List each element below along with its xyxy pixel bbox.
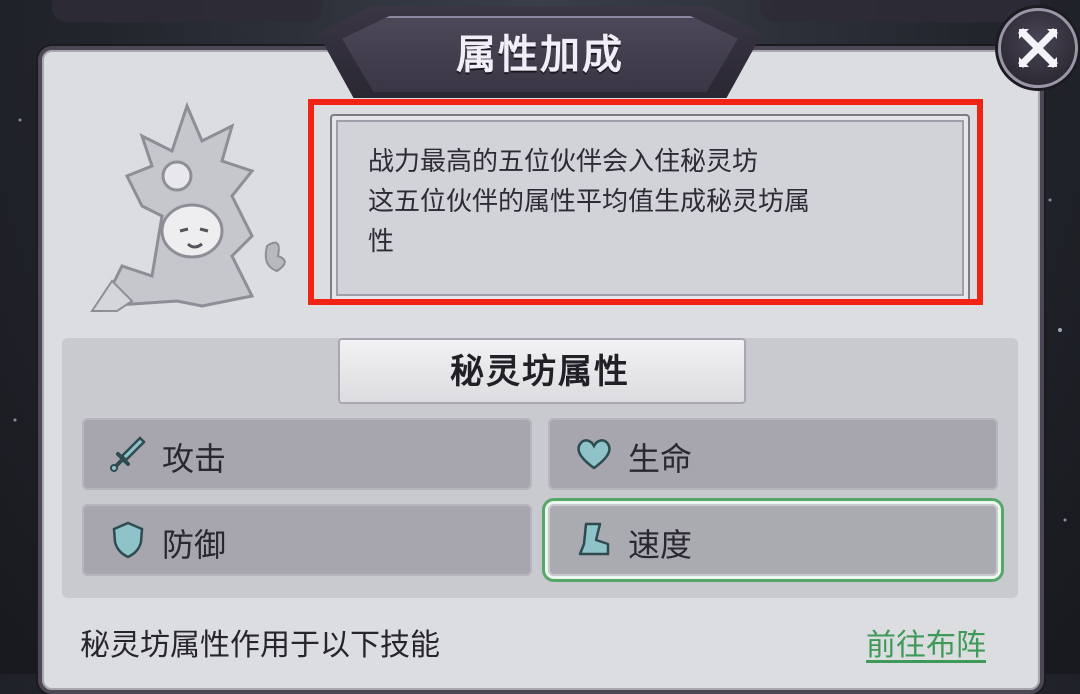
sword-icon	[110, 436, 146, 472]
stat-attack-button[interactable]: 攻击	[82, 418, 532, 490]
dialog-title: 属性加成	[456, 32, 624, 78]
close-icon	[1018, 28, 1058, 68]
stat-speed-button[interactable]: 速度	[548, 504, 998, 576]
top-frame-right	[760, 0, 1040, 22]
stat-label: 速度	[628, 526, 693, 564]
highlight-frame	[308, 99, 983, 305]
stat-defense-button[interactable]: 防御	[82, 504, 532, 576]
skills-label: 秘灵坊属性作用于以下技能	[80, 628, 440, 663]
go-to-lineup-link[interactable]: 前往布阵	[866, 620, 986, 664]
close-button[interactable]	[998, 8, 1078, 88]
stat-label: 攻击	[162, 440, 227, 478]
shield-icon	[112, 521, 144, 559]
stat-label: 防御	[162, 526, 227, 564]
heart-icon	[577, 439, 611, 470]
top-frame-left	[52, 0, 322, 22]
stat-label: 生命	[628, 440, 693, 478]
section-title: 秘灵坊属性	[450, 352, 630, 392]
boot-icon	[578, 522, 610, 556]
stat-hp-button[interactable]: 生命	[548, 418, 998, 490]
character-illustration	[90, 101, 286, 312]
